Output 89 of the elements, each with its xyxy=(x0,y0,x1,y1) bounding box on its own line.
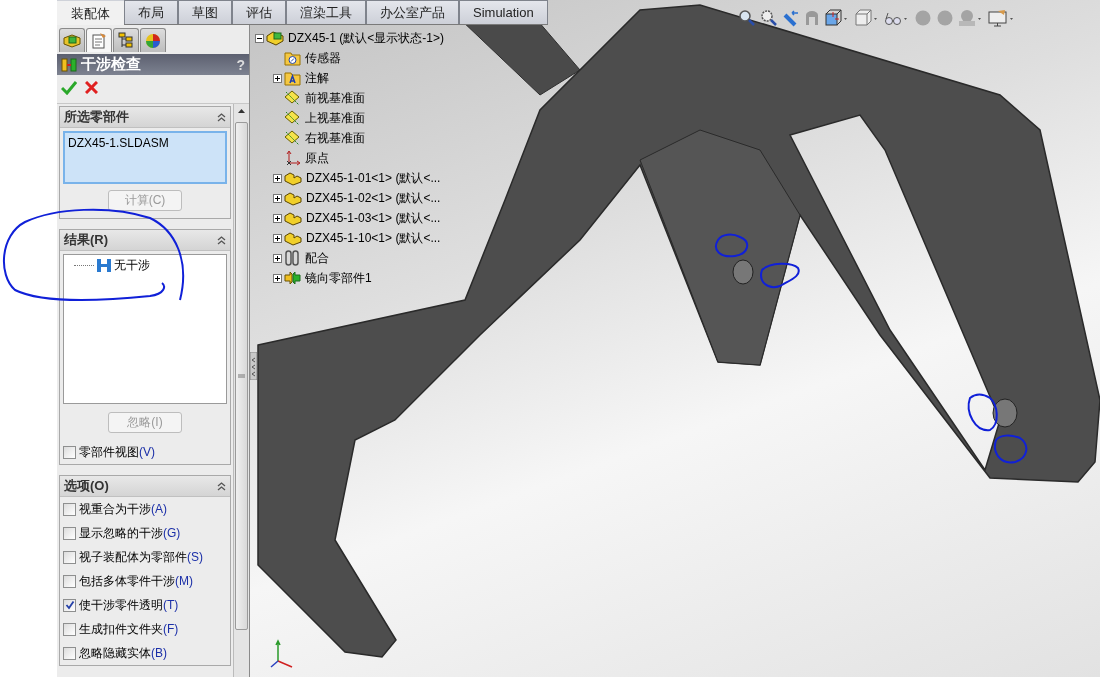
checkbox-label[interactable]: 包括多体零件干涉(M) xyxy=(79,572,193,590)
command-tab[interactable]: 办公室产品 xyxy=(366,0,459,24)
sensor-folder-icon xyxy=(284,50,301,66)
panel-collapse-icon[interactable] xyxy=(250,352,257,380)
expand-icon[interactable] xyxy=(273,273,282,283)
color-ball-icon xyxy=(145,32,161,49)
collapse-icon[interactable] xyxy=(255,33,264,43)
expand-icon[interactable] xyxy=(273,233,282,243)
command-tab[interactable]: 评估 xyxy=(232,0,286,24)
pen-mark xyxy=(715,233,749,258)
checkbox[interactable] xyxy=(63,598,76,612)
checkbox-label[interactable]: 使干涉零件透明(T) xyxy=(79,596,179,614)
panel-tab[interactable] xyxy=(140,28,166,52)
checkbox-label[interactable]: 零部件视图(V) xyxy=(79,443,155,461)
expand-icon[interactable] xyxy=(273,213,282,223)
assembly-icon xyxy=(266,30,284,46)
tree-item[interactable]: DZX45-1-03<1> (默认<... xyxy=(306,209,441,227)
interference-icon xyxy=(96,258,112,273)
part-icon xyxy=(284,190,302,206)
command-tab[interactable]: Simulation xyxy=(459,0,548,24)
expand-icon[interactable] xyxy=(273,73,282,83)
panel-tab[interactable] xyxy=(113,28,139,52)
checkbox[interactable] xyxy=(63,550,76,564)
panel-title: 干涉检查 xyxy=(81,55,142,74)
pen-mark xyxy=(994,434,1028,464)
checkbox[interactable] xyxy=(63,502,76,516)
part-icon xyxy=(284,230,302,246)
origin-icon xyxy=(284,150,301,166)
help-button[interactable]: ? xyxy=(236,56,245,73)
plane-icon xyxy=(284,90,301,106)
plane-icon xyxy=(284,110,301,126)
plane-icon xyxy=(284,130,301,146)
zoom-area-icon[interactable] xyxy=(760,9,778,27)
command-tab[interactable]: 装配体 xyxy=(57,1,124,25)
section-title: 选项(O) xyxy=(64,477,109,495)
pen-mark xyxy=(967,393,998,432)
tree-item[interactable]: 右视基准面 xyxy=(305,129,365,147)
tree-item[interactable]: DZX45-1-10<1> (默认<... xyxy=(306,229,441,247)
paperclip-icon xyxy=(284,250,301,266)
expand-icon[interactable] xyxy=(273,253,282,263)
zoom-to-fit-icon[interactable] xyxy=(738,9,756,27)
checkbox-label[interactable]: 忽略隐藏实体(B) xyxy=(79,644,167,662)
tree-item[interactable]: 原点 xyxy=(305,149,329,167)
checkbox-label[interactable]: 视子装配体为零部件(S) xyxy=(79,548,203,566)
mirror-icon xyxy=(284,270,301,286)
tree-item[interactable]: 配合 xyxy=(305,249,329,267)
scroll-up-icon[interactable] xyxy=(237,108,246,114)
command-tab[interactable]: 草图 xyxy=(178,0,232,24)
display-style-icon[interactable] xyxy=(854,9,880,27)
interference-icon xyxy=(61,56,77,73)
pen-mark xyxy=(760,262,800,289)
tree-item[interactable]: 前视基准面 xyxy=(305,89,365,107)
checkbox[interactable] xyxy=(63,622,76,636)
annotation-folder-icon xyxy=(284,70,301,86)
tree-item[interactable]: 传感器 xyxy=(305,49,341,67)
ok-check-icon[interactable] xyxy=(61,81,77,95)
tree-item[interactable]: 镜向零部件1 xyxy=(305,269,372,287)
tree-item[interactable]: 上视基准面 xyxy=(305,109,365,127)
checkbox-label[interactable]: 视重合为干涉(A) xyxy=(79,500,167,518)
command-tab[interactable]: 渲染工具 xyxy=(286,0,366,24)
monitor-icon[interactable] xyxy=(988,9,1016,27)
tree-item[interactable]: DZX45-1-02<1> (默认<... xyxy=(306,189,441,207)
panel-tab[interactable] xyxy=(86,28,112,52)
checkbox[interactable] xyxy=(63,574,76,588)
cancel-x-icon[interactable] xyxy=(85,81,98,94)
panel-tab[interactable] xyxy=(59,28,85,52)
checkbox-label[interactable]: 生成扣件文件夹(F) xyxy=(79,620,179,638)
hierarchy-icon xyxy=(118,32,134,49)
checkbox-label[interactable]: 显示忽略的干涉(G) xyxy=(79,524,181,542)
checkbox[interactable] xyxy=(63,445,76,459)
tree-item[interactable]: 注解 xyxy=(305,69,329,87)
section-title: 所选零部件 xyxy=(64,108,129,126)
scrollbar-thumb[interactable] xyxy=(235,122,248,630)
selection-list[interactable]: DZX45-1.SLDASM xyxy=(63,131,227,184)
tree-item[interactable]: DZX45-1 (默认<显示状态-1>) xyxy=(288,29,445,47)
result-item[interactable]: 无干涉 xyxy=(114,257,150,274)
view-orientation-icon[interactable] xyxy=(824,9,850,27)
list-item[interactable]: DZX45-1.SLDASM xyxy=(68,136,222,150)
checkbox[interactable] xyxy=(63,526,76,540)
checkbox[interactable] xyxy=(63,646,76,660)
part-icon xyxy=(284,170,302,186)
command-tab[interactable]: 布局 xyxy=(124,0,178,24)
part-icon xyxy=(284,210,302,226)
expand-icon[interactable] xyxy=(273,193,282,203)
expand-icon[interactable] xyxy=(273,173,282,183)
tree-item[interactable]: DZX45-1-01<1> (默认<... xyxy=(306,169,441,187)
clipboard-icon xyxy=(91,32,107,49)
section-title: 结果(R) xyxy=(64,231,109,249)
assembly-icon xyxy=(63,32,81,49)
